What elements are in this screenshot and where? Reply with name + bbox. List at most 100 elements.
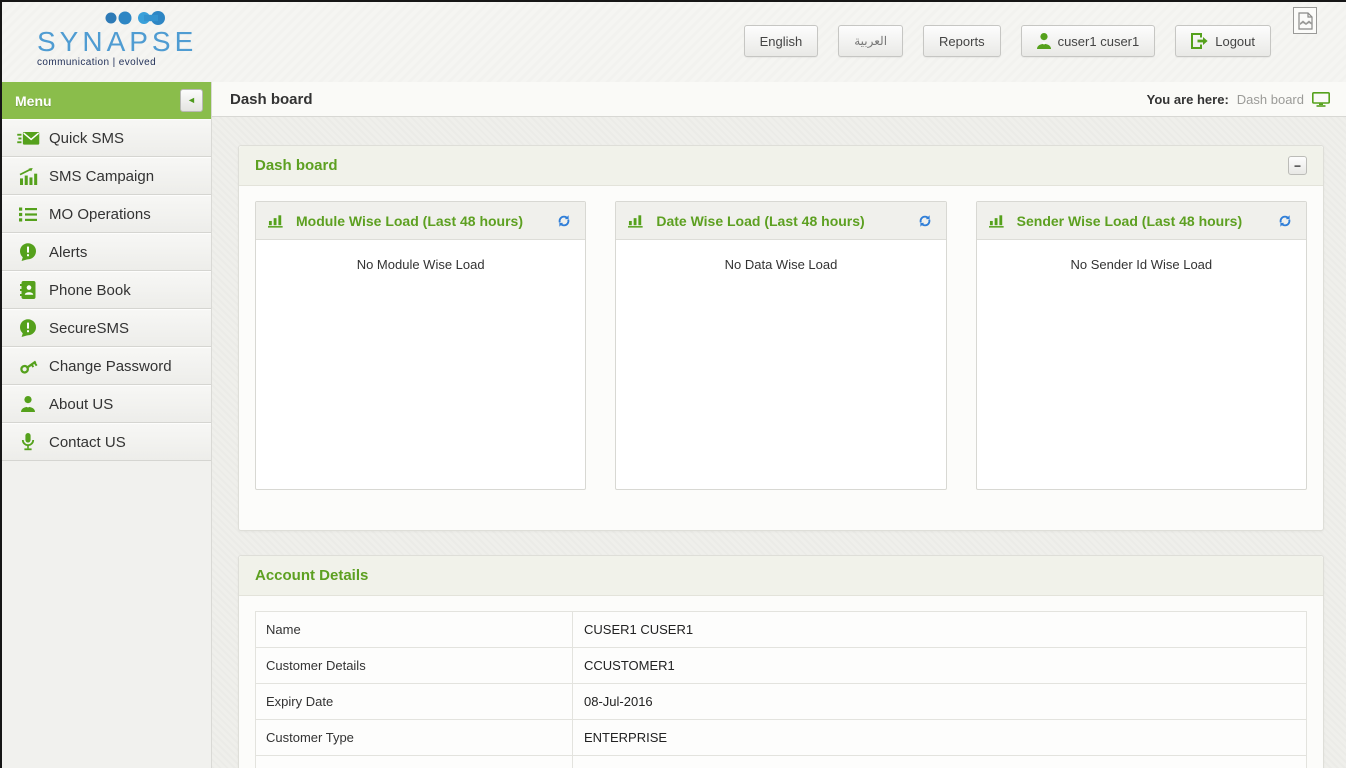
table-row: Credit System POSTPAID [256, 756, 1307, 768]
sidebar-item-secure-sms[interactable]: SecureSMS [2, 309, 211, 347]
chevron-left-icon: ◄ [187, 95, 196, 105]
table-row: Expiry Date 08-Jul-2016 [256, 684, 1307, 720]
empty-state-text: No Data Wise Load [725, 257, 838, 272]
refresh-button[interactable] [916, 212, 934, 230]
account-panel-title: Account Details [255, 567, 368, 584]
refresh-button[interactable] [1276, 212, 1294, 230]
user-icon [16, 396, 40, 412]
envelope-icon [16, 131, 40, 146]
monitor-icon [1312, 92, 1330, 107]
card-sender-wise-load: Sender Wise Load (Last 48 hours) [976, 201, 1307, 490]
row-value: POSTPAID [573, 756, 1307, 768]
empty-state-text: No Module Wise Load [357, 257, 485, 272]
reports-button-label: Reports [939, 34, 985, 49]
refresh-button[interactable] [555, 212, 573, 230]
row-value: CCUSTOMER1 [573, 648, 1307, 684]
sidebar-item-contact-us[interactable]: Contact US [2, 423, 211, 461]
sidebar-nav: Quick SMS SMS Campaign [2, 119, 211, 461]
row-label: Expiry Date [256, 684, 573, 720]
broken-image-icon [1293, 7, 1317, 34]
row-value: ENTERPRISE [573, 720, 1307, 756]
table-row: Customer Details CCUSTOMER1 [256, 648, 1307, 684]
top-header: SYNAPSE communication | evolved English … [2, 2, 1346, 82]
sidebar-item-mo-operations[interactable]: MO Operations [2, 195, 211, 233]
logout-button-label: Logout [1215, 34, 1255, 49]
dashboard-panel-header: Dash board − [239, 146, 1323, 186]
alert-bubble-icon [16, 319, 40, 337]
row-label: Credit System [256, 756, 573, 768]
card-body: No Sender Id Wise Load [977, 240, 1306, 272]
logout-icon [1191, 33, 1208, 49]
sidebar-menu-header: Menu ◄ [2, 82, 211, 119]
card-module-wise-load: Module Wise Load (Last 48 hours) [255, 201, 586, 490]
sidebar-item-alerts[interactable]: Alerts [2, 233, 211, 271]
breadcrumb: You are here: Dash board [1147, 92, 1330, 107]
sidebar-collapse-button[interactable]: ◄ [180, 89, 203, 112]
user-button-label: cuser1 cuser1 [1058, 34, 1140, 49]
brand-logo: SYNAPSE communication | evolved [37, 8, 197, 68]
row-label: Customer Type [256, 720, 573, 756]
table-row: Customer Type ENTERPRISE [256, 720, 1307, 756]
bar-chart-icon [989, 213, 1006, 228]
menu-title: Menu [15, 93, 52, 109]
brand-tagline: communication | evolved [37, 57, 197, 68]
breadcrumb-label: You are here: [1147, 92, 1229, 107]
minimize-button[interactable]: − [1288, 156, 1307, 175]
page-title: Dash board [230, 91, 313, 108]
sidebar-item-label: Change Password [49, 358, 172, 375]
sidebar-item-quick-sms[interactable]: Quick SMS [2, 119, 211, 157]
sidebar-item-change-password[interactable]: Change Password [2, 347, 211, 385]
english-button-label: English [760, 34, 803, 49]
bar-chart-icon [268, 213, 285, 228]
user-button[interactable]: cuser1 cuser1 [1021, 25, 1156, 57]
row-value: CUSER1 CUSER1 [573, 612, 1307, 648]
bar-chart-icon [628, 213, 645, 228]
sidebar-item-label: About US [49, 396, 113, 413]
arabic-button[interactable]: العربية [838, 25, 903, 57]
row-value: 08-Jul-2016 [573, 684, 1307, 720]
card-header: Date Wise Load (Last 48 hours) [616, 202, 945, 240]
breadcrumb-current-page: Dash board [1237, 92, 1304, 107]
sidebar-item-label: MO Operations [49, 206, 151, 223]
sidebar-item-phone-book[interactable]: Phone Book [2, 271, 211, 309]
content-header: Dash board You are here: Dash board [212, 82, 1346, 117]
account-panel-header: Account Details [239, 556, 1323, 596]
key-icon [16, 357, 40, 376]
card-header: Sender Wise Load (Last 48 hours) [977, 202, 1306, 240]
card-title: Sender Wise Load (Last 48 hours) [1017, 213, 1276, 229]
sidebar-item-sms-campaign[interactable]: SMS Campaign [2, 157, 211, 195]
empty-state-text: No Sender Id Wise Load [1071, 257, 1213, 272]
english-button[interactable]: English [744, 25, 819, 57]
sidebar-item-label: Contact US [49, 434, 126, 451]
dashboard-panel: Dash board − Module W [238, 145, 1324, 531]
sidebar-item-label: SMS Campaign [49, 168, 154, 185]
card-title: Date Wise Load (Last 48 hours) [656, 213, 915, 229]
dashboard-cards: Module Wise Load (Last 48 hours) [239, 186, 1323, 530]
card-title: Module Wise Load (Last 48 hours) [296, 213, 555, 229]
logout-button[interactable]: Logout [1175, 25, 1271, 57]
user-icon [1037, 33, 1051, 49]
refresh-icon [918, 214, 932, 228]
card-body: No Module Wise Load [256, 240, 585, 272]
account-details-panel: Account Details Name CUSER1 CUSER1 Custo… [238, 555, 1324, 768]
logo-dots-icon [105, 8, 167, 28]
sidebar-item-about-us[interactable]: About US [2, 385, 211, 423]
refresh-icon [1278, 214, 1292, 228]
card-header: Module Wise Load (Last 48 hours) [256, 202, 585, 240]
list-icon [16, 207, 40, 222]
account-details-table: Name CUSER1 CUSER1 Customer Details CCUS… [255, 611, 1307, 768]
dashboard-panel-title: Dash board [255, 157, 338, 174]
microphone-icon [16, 433, 40, 451]
refresh-icon [557, 214, 571, 228]
row-label: Name [256, 612, 573, 648]
sidebar-item-label: Alerts [49, 244, 87, 261]
brand-name: SYNAPSE [37, 28, 197, 56]
sidebar: Menu ◄ Quick SMS [2, 82, 212, 768]
bar-chart-icon [16, 168, 40, 185]
table-row: Name CUSER1 CUSER1 [256, 612, 1307, 648]
reports-button[interactable]: Reports [923, 25, 1001, 57]
card-date-wise-load: Date Wise Load (Last 48 hours) [615, 201, 946, 490]
header-buttons: English العربية Reports cuser1 cuser1 [744, 25, 1271, 57]
sidebar-item-label: Quick SMS [49, 130, 124, 147]
alert-bubble-icon [16, 243, 40, 261]
